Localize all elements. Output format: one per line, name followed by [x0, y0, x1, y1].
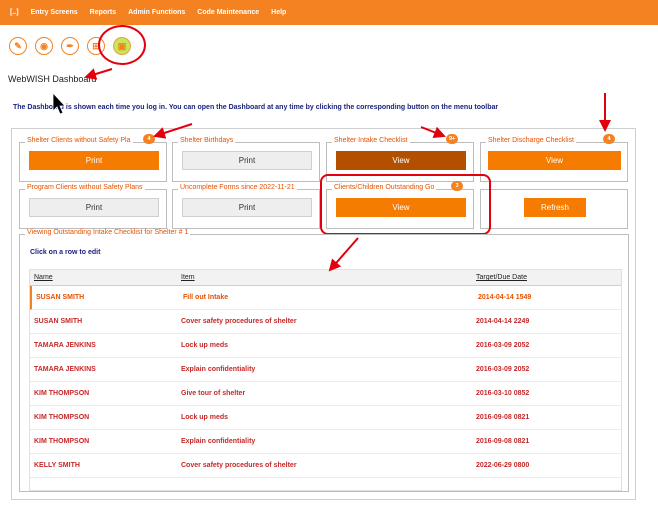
- cell-target: 2016-03-09 2052: [476, 366, 530, 373]
- menu-bar: [..] Entry Screens Reports Admin Functio…: [0, 0, 658, 25]
- cell-name: KELLY SMITH: [34, 462, 80, 469]
- cell-name: SUSAN SMITH: [36, 294, 85, 301]
- cell-target: 2014-04-14 2249: [476, 318, 530, 325]
- cell-target: 2016-03-09 2052: [476, 342, 530, 349]
- checklist-table: Name Item Target/Due Date SUSAN SMITH Fi…: [29, 269, 622, 491]
- card-legend: Shelter Clients without Safety Pla: [25, 137, 133, 144]
- column-header-name[interactable]: Name: [34, 274, 53, 281]
- print-button[interactable]: Print: [29, 151, 159, 170]
- menu-help[interactable]: Help: [271, 9, 286, 16]
- cell-target: 2016-09-08 0821: [476, 414, 530, 421]
- table-row[interactable]: KELLY SMITH Cover safety procedures of s…: [30, 454, 621, 478]
- cell-name: KIM THOMPSON: [34, 414, 90, 421]
- cell-target: 2016-03-10 0852: [476, 390, 530, 397]
- cell-name: TAMARA JENKINS: [34, 366, 96, 373]
- print-button[interactable]: Print: [29, 198, 159, 217]
- panel-legend: Viewing Outstanding Intake Checklist for…: [25, 229, 191, 236]
- cell-item: Cover safety procedures of shelter: [181, 462, 297, 469]
- cell-target: 2014-04-14 1549: [478, 294, 532, 301]
- cell-item: Explain confidentiality: [181, 438, 256, 445]
- card-legend: Shelter Discharge Checklist: [486, 137, 576, 144]
- annotation-circle-dashboard: [98, 25, 146, 65]
- column-header-target[interactable]: Target/Due Date: [476, 274, 527, 281]
- card-shelter-discharge-checklist: Shelter Discharge Checklist View: [480, 137, 628, 182]
- table-row[interactable]: TAMARA JENKINS Lock up meds 2016-03-09 2…: [30, 334, 621, 358]
- cell-name: KIM THOMPSON: [34, 438, 90, 445]
- column-header-item[interactable]: Item: [181, 274, 195, 281]
- page-title: WebWISH Dashboard: [8, 74, 97, 84]
- checklist-panel: Viewing Outstanding Intake Checklist for…: [19, 229, 629, 492]
- table-row[interactable]: SUSAN SMITH Fill out Intake 2014-04-14 1…: [30, 286, 621, 310]
- table-header: Name Item Target/Due Date: [30, 270, 621, 286]
- cell-item: Lock up meds: [181, 342, 229, 349]
- menu-admin-functions[interactable]: Admin Functions: [128, 9, 185, 16]
- annotation-box-outstanding-goals: [320, 174, 491, 235]
- card-uncomplete-forms: Uncomplete Forms since 2022-11-21 Print: [172, 184, 320, 229]
- pencil-icon[interactable]: ✎: [9, 37, 27, 55]
- cell-item: Explain confidentiality: [181, 366, 256, 373]
- cell-name: TAMARA JENKINS: [34, 342, 96, 349]
- view-button[interactable]: View: [488, 151, 621, 170]
- card-legend: Shelter Intake Checklist: [332, 137, 410, 144]
- intro-text: The Dashboard is shown each time you log…: [13, 104, 499, 111]
- table-row[interactable]: KIM THOMPSON Explain confidentiality 201…: [30, 430, 621, 454]
- cell-name: SUSAN SMITH: [34, 318, 83, 325]
- menu-entry-screens[interactable]: Entry Screens: [31, 9, 78, 16]
- card-refresh: Refresh: [480, 189, 628, 229]
- view-button[interactable]: View: [336, 151, 466, 170]
- table-row[interactable]: SUSAN SMITH Cover safety procedures of s…: [30, 310, 621, 334]
- cell-item: Give tour of shelter: [181, 390, 246, 397]
- cell-target: 2022-06-29 0800: [476, 462, 530, 469]
- count-badge: 4: [143, 134, 155, 144]
- card-program-safety-plans: Program Clients without Safety Plans Pri…: [19, 184, 167, 229]
- feather-icon[interactable]: ✒: [61, 37, 79, 55]
- card-legend: Shelter Birthdays: [178, 137, 236, 144]
- cell-item: Fill out Intake: [183, 294, 229, 301]
- table-row[interactable]: KIM THOMPSON Give tour of shelter 2016-0…: [30, 382, 621, 406]
- cell-item: Lock up meds: [181, 414, 229, 421]
- bandage-icon[interactable]: ◉: [35, 37, 53, 55]
- print-button[interactable]: Print: [182, 198, 312, 217]
- cell-name: KIM THOMPSON: [34, 390, 90, 397]
- card-legend: Program Clients without Safety Plans: [25, 184, 145, 191]
- menu-home[interactable]: [..]: [10, 9, 19, 16]
- table-row[interactable]: TAMARA JENKINS Explain confidentiality 2…: [30, 358, 621, 382]
- menu-reports[interactable]: Reports: [90, 9, 116, 16]
- cell-target: 2016-09-08 0821: [476, 438, 530, 445]
- table-hint: Click on a row to edit: [30, 249, 101, 256]
- table-row[interactable]: KIM THOMPSON Lock up meds 2016-09-08 082…: [30, 406, 621, 430]
- card-shelter-birthdays: Shelter Birthdays Print: [172, 137, 320, 182]
- cell-item: Cover safety procedures of shelter: [181, 318, 297, 325]
- card-shelter-safety-plans: Shelter Clients without Safety Pla Print: [19, 137, 167, 182]
- count-badge: 9+: [446, 134, 459, 144]
- card-legend: Uncomplete Forms since 2022-11-21: [178, 184, 297, 191]
- print-button[interactable]: Print: [182, 151, 312, 170]
- count-badge: 4: [603, 134, 615, 144]
- menu-code-maintenance[interactable]: Code Maintenance: [197, 9, 259, 16]
- refresh-button[interactable]: Refresh: [524, 198, 586, 217]
